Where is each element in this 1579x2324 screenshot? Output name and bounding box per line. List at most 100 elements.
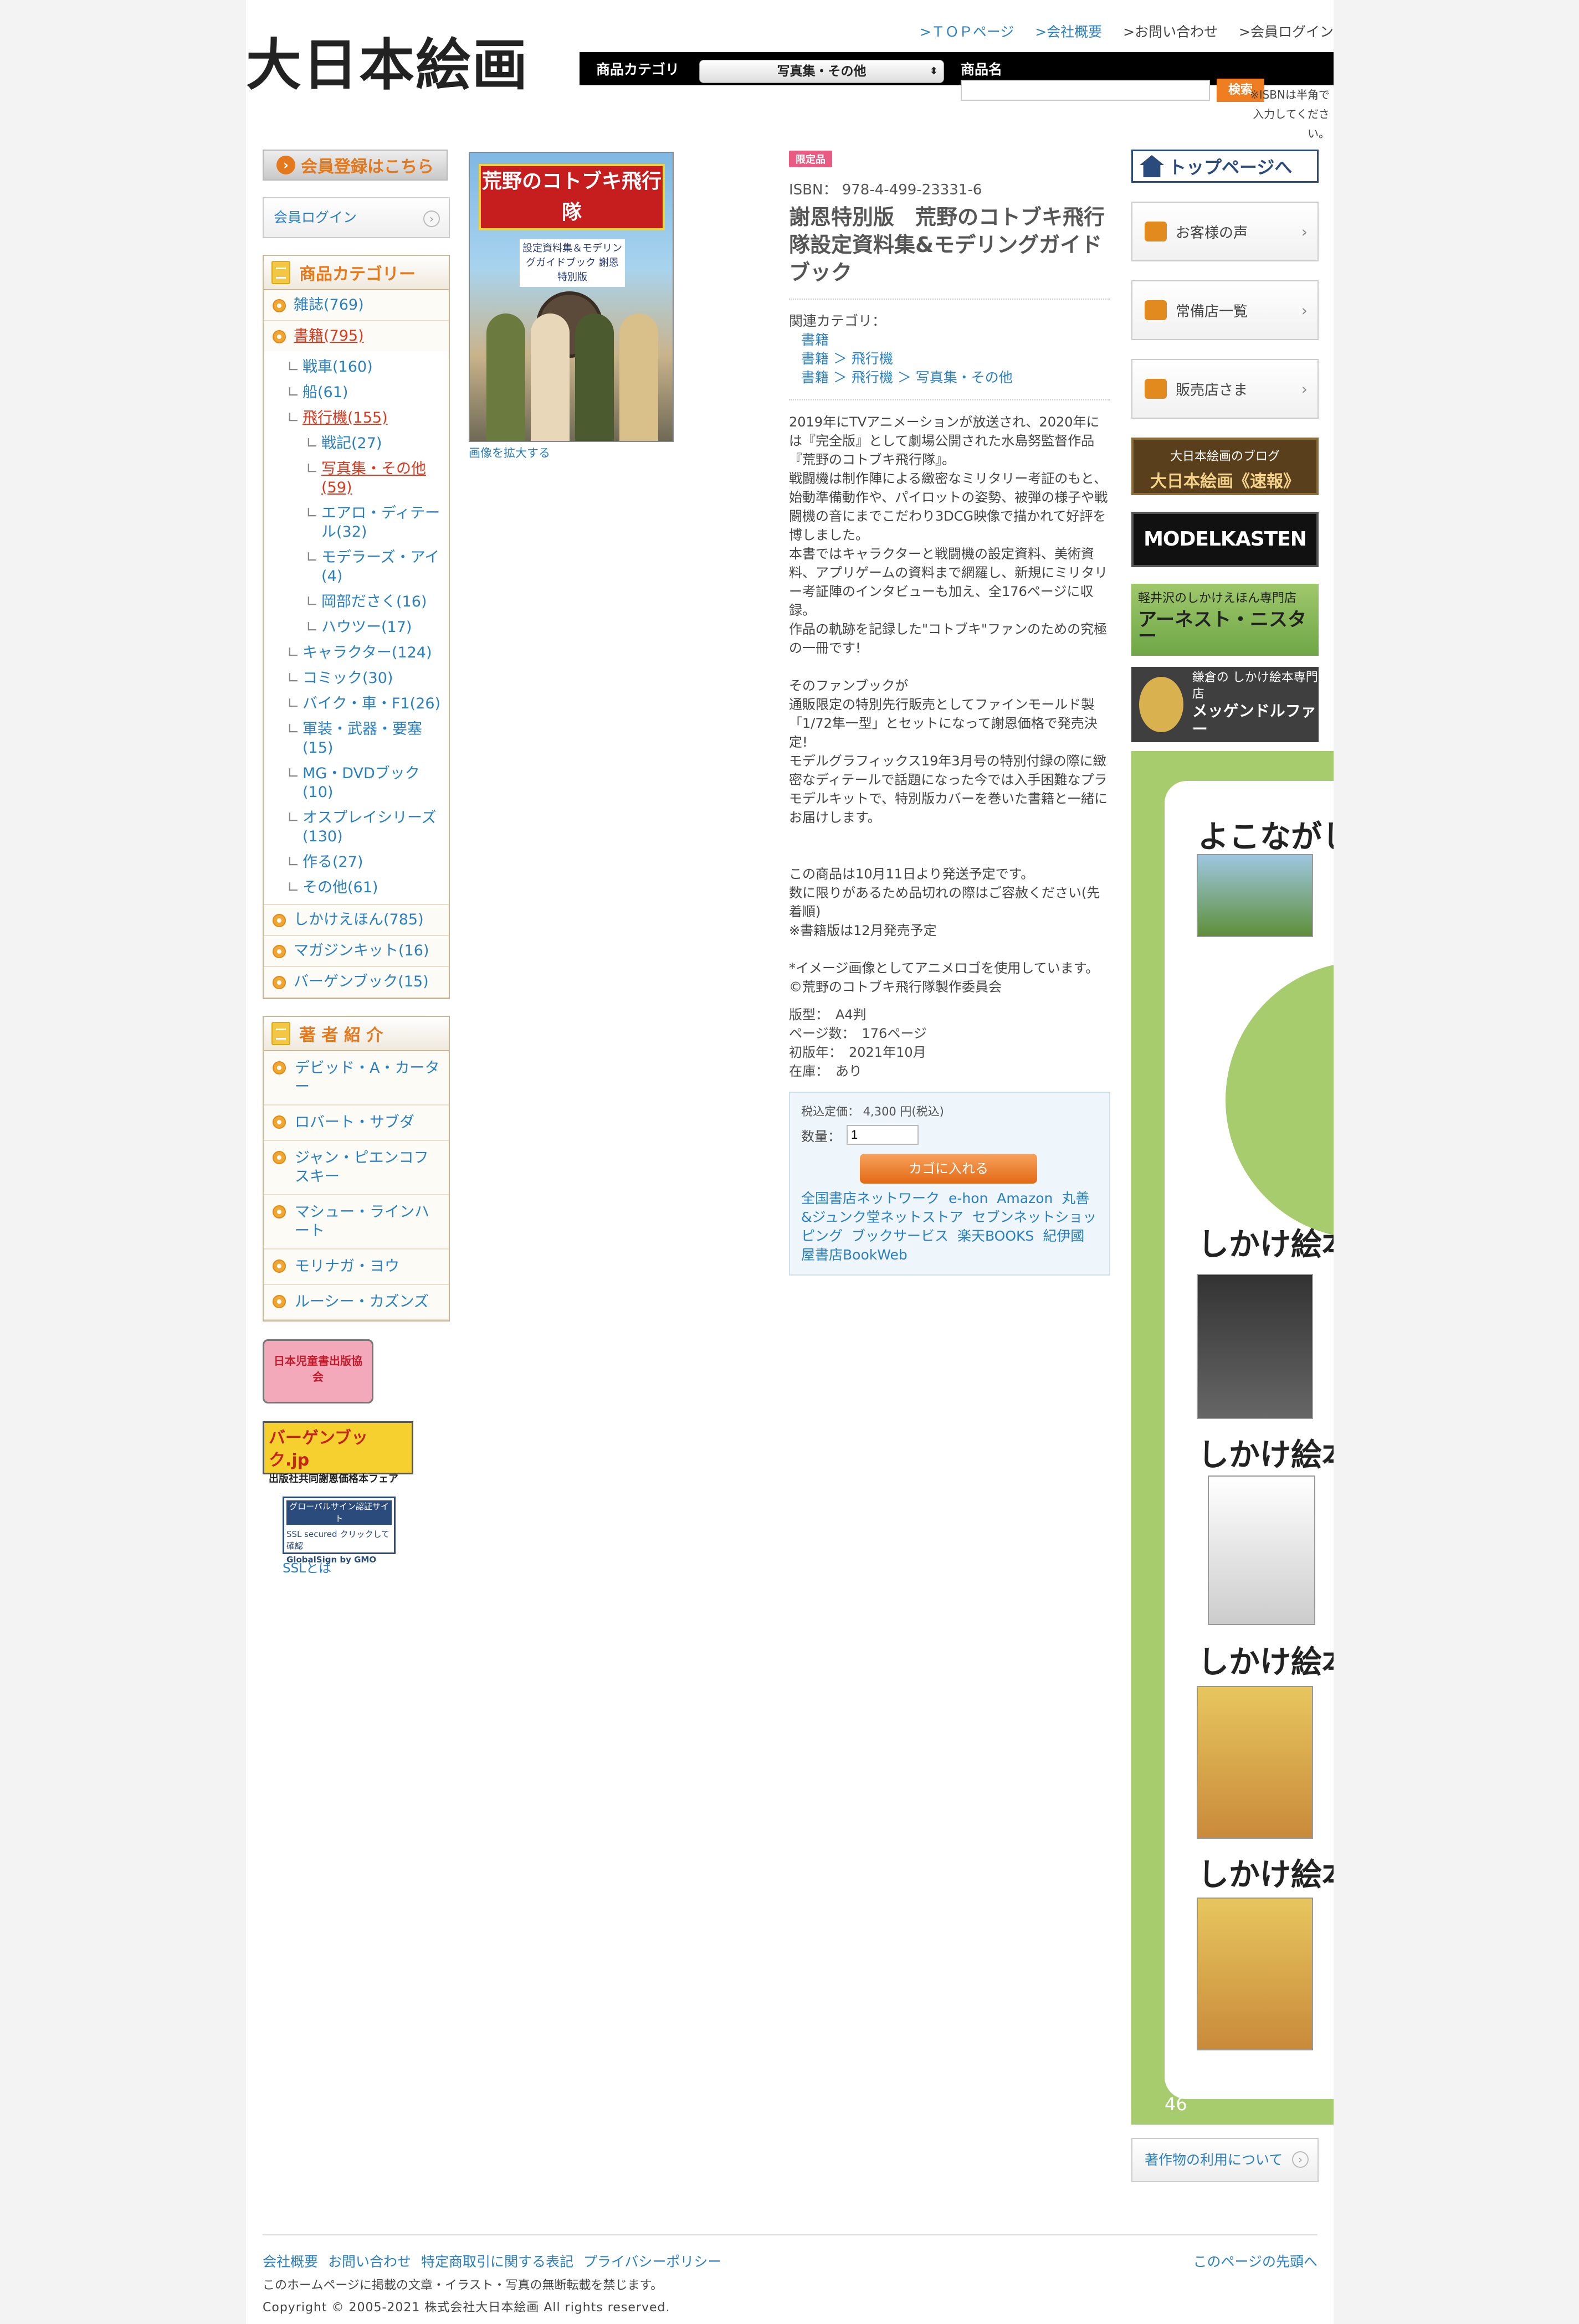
category-item[interactable]: マガジンキット(16)	[264, 936, 449, 967]
subcategory-item[interactable]: ∟ 戦車(160)	[264, 354, 449, 380]
product-detail: 限定品 ISBN： 978-4-499-23331-6 謝恩特別版 荒野のコトブ…	[789, 151, 1110, 1276]
bullet-icon	[273, 1151, 286, 1164]
speech-bubble-icon	[1145, 222, 1167, 241]
sellers-link[interactable]: 販売店さま ›	[1131, 359, 1319, 419]
blog-banner[interactable]: 大日本絵画のブログ 大日本絵画《速報》	[1131, 438, 1319, 495]
author-item[interactable]: ルーシー・カズンズ	[264, 1285, 449, 1320]
product-cover-image[interactable]: 荒野のコトブキ飛行隊 設定資料集＆モデリングガイドブック 謝恩特別版	[469, 152, 674, 442]
subcategory-item[interactable]: ∟ キャラクター(124)	[264, 640, 449, 666]
select-arrows-icon: ⬍	[929, 65, 938, 77]
subcategory-item[interactable]: ∟ ハウツー(17)	[264, 615, 449, 640]
book-ad-banner[interactable]: よこながし しかけ絵本 しかけ絵本の しかけ絵本 しかけ絵本 46	[1131, 751, 1334, 2125]
subcategory-item[interactable]: ∟ バイク・車・F1(26)	[264, 691, 449, 717]
retailer-link[interactable]: Amazon	[997, 1190, 1053, 1206]
ad-heading: しかけ絵本の	[1198, 1437, 1334, 1473]
page-top-link[interactable]: このページの先頭へ	[1193, 2251, 1317, 2271]
related-category-link[interactable]: 書籍 ＞ 飛行機 ＞ 写真集・その他	[801, 369, 1013, 385]
tree-branch-icon: ∟	[306, 460, 319, 477]
author-item[interactable]: ロバート・サブダ	[264, 1106, 449, 1141]
site-logo[interactable]: 大日本絵画	[246, 34, 529, 95]
subcategory-item[interactable]: ∟ エアロ・ディテール(32)	[264, 501, 449, 545]
toplink-contact[interactable]: >お問い合わせ	[1123, 24, 1218, 40]
ad-book-cover	[1197, 1274, 1313, 1419]
register-banner[interactable]: › 会員登録はこちら	[263, 150, 448, 181]
subcategory-item[interactable]: ∟ 船(61)	[264, 380, 449, 405]
chevron-right-icon: ›	[1301, 301, 1308, 320]
tree-branch-icon: ∟	[287, 853, 300, 871]
footer-link[interactable]: 特定商取引に関する表記	[421, 2254, 573, 2270]
product-search-input[interactable]	[961, 80, 1210, 101]
customer-voice-link[interactable]: お客様の声 ›	[1131, 202, 1319, 261]
subcategory-item[interactable]: ∟ モデラーズ・アイ(4)	[264, 545, 449, 589]
bullet-icon	[273, 1295, 286, 1308]
subcategory-item[interactable]: ∟ 戦記(27)	[264, 431, 449, 456]
footer-link[interactable]: お問い合わせ	[328, 2254, 411, 2270]
subcategory-item[interactable]: ∟ その他(61)	[264, 875, 449, 901]
tree-branch-icon: ∟	[287, 879, 300, 896]
subcategory-item[interactable]: ∟ オスプレイシリーズ(130)	[264, 805, 449, 850]
enlarge-image-link[interactable]: 画像を拡大する	[469, 444, 550, 461]
subcategory-item[interactable]: ∟ 軍装・武器・要塞(15)	[264, 717, 449, 761]
copyright-usage-link[interactable]: 著作物の利用について ›	[1131, 2138, 1319, 2182]
author-item[interactable]: デビッド・A・カーター	[264, 1051, 449, 1106]
character-figure	[531, 313, 570, 441]
author-item[interactable]: モリナガ・ヨウ	[264, 1250, 449, 1285]
category-label: 商品カテゴリ	[596, 61, 680, 78]
ad-book-cover	[1208, 1475, 1315, 1625]
toplink-top[interactable]: >ＴＯＰページ	[920, 24, 1014, 40]
meggendorfer-banner[interactable]: 鎌倉の しかけ絵本専門店 メッゲンドルファー	[1131, 667, 1319, 742]
tree-branch-icon: ∟	[287, 358, 300, 376]
ad-heading: よこながし	[1198, 819, 1334, 855]
bullet-icon	[273, 976, 286, 989]
subcategory-item[interactable]: ∟ MG・DVDブック(10)	[264, 761, 449, 805]
ad-heading: しかけ絵本	[1198, 1644, 1334, 1680]
category-item-active[interactable]: 書籍(795)	[264, 321, 449, 351]
cover-title: 荒野のコトブキ飛行隊	[479, 164, 665, 230]
price: 税込定価： 4,300 円(税込)	[801, 1105, 944, 1118]
kids-publishers-banner[interactable]: 日本児童書出版協会	[263, 1339, 373, 1403]
author-item[interactable]: ジャン・ピエンコフスキー	[264, 1141, 449, 1195]
globalsign-badge[interactable]: グローバルサイン認証サイト SSL secured クリックして確認 Globa…	[283, 1497, 396, 1565]
subcategory-item[interactable]: ∟ コミック(30)	[264, 666, 449, 691]
member-login-link[interactable]: 会員ログイン ›	[263, 197, 450, 238]
category-select[interactable]: 写真集・その他 ⬍	[699, 60, 944, 83]
retailer-link[interactable]: 全国書店ネットワーク e-hon	[801, 1190, 988, 1206]
author-item[interactable]: マシュー・ラインハート	[264, 1195, 449, 1250]
footer-link[interactable]: 会社概要	[263, 2254, 318, 2270]
product-title: 謝恩特別版 荒野のコトブキ飛行隊設定資料集&モデリングガイドブック	[789, 205, 1105, 285]
bargain-book-banner[interactable]: バーゲンブック.jp 出版社共同謝恩価格本フェア	[263, 1421, 413, 1485]
related-category-link[interactable]: 書籍	[801, 332, 829, 348]
related-category-link[interactable]: 書籍 ＞ 飛行機	[801, 351, 893, 367]
footer-note: このホームページに掲載の文章・イラスト・写真の無断転載を禁じます。	[263, 2279, 663, 2292]
bullet-icon	[273, 1259, 286, 1273]
retailer-link[interactable]: 楽天BOOKS	[957, 1228, 1034, 1244]
retailer-link[interactable]: ブックサービス	[852, 1228, 949, 1244]
ssl-link[interactable]: SSLとは	[283, 1561, 331, 1576]
tree-branch-icon: ∟	[306, 435, 319, 452]
subcategory-item[interactable]: ∟ 作る(27)	[264, 850, 449, 875]
toplink-login[interactable]: >会員ログイン	[1239, 24, 1334, 40]
footer-link[interactable]: プライバシーポリシー	[583, 2254, 722, 2270]
isbn: ISBN： 978-4-499-23331-6	[789, 182, 982, 198]
ad-heading: しかけ絵本	[1198, 1857, 1334, 1893]
modelkasten-banner[interactable]: MODELKASTEN	[1131, 512, 1319, 567]
category-item[interactable]: しかけえほん(785)	[264, 905, 449, 936]
subcategory-item[interactable]: ∟ 岡部ださく(16)	[264, 589, 449, 615]
product-name-label: 商品名	[961, 61, 1003, 78]
chevron-right-icon: ›	[1301, 380, 1308, 398]
isbn-note: ※ISBNは半角で入力してください。	[1249, 88, 1330, 140]
page: 大日本絵画 >ＴＯＰページ >会社概要 >お問い合わせ >会員ログイン 商品カテ…	[246, 0, 1334, 2324]
toplink-company[interactable]: >会社概要	[1035, 24, 1102, 40]
related-categories: 関連カテゴリ： 書籍 書籍 ＞ 飛行機 書籍 ＞ 飛行機 ＞ 写真集・その他	[789, 313, 1013, 385]
subcategory-item[interactable]: ∟ 飛行機(155)	[264, 405, 449, 431]
quantity-input[interactable]	[847, 1125, 919, 1145]
store-list-link[interactable]: 常備店一覧 ›	[1131, 280, 1319, 340]
subcategory-item[interactable]: ∟ 写真集・その他(59)	[264, 456, 449, 501]
category-item[interactable]: 雑誌(769)	[264, 290, 449, 321]
add-to-cart-button[interactable]: カゴに入れる	[860, 1154, 1037, 1184]
top-page-button[interactable]: トップページへ	[1131, 150, 1319, 183]
category-item[interactable]: バーゲンブック(15)	[264, 967, 449, 998]
tree-branch-icon: ∟	[287, 644, 300, 661]
bullet-icon	[273, 299, 286, 312]
ernest-nister-banner[interactable]: 軽井沢のしかけえほん専門店 アーネスト・ニスター	[1131, 584, 1319, 656]
